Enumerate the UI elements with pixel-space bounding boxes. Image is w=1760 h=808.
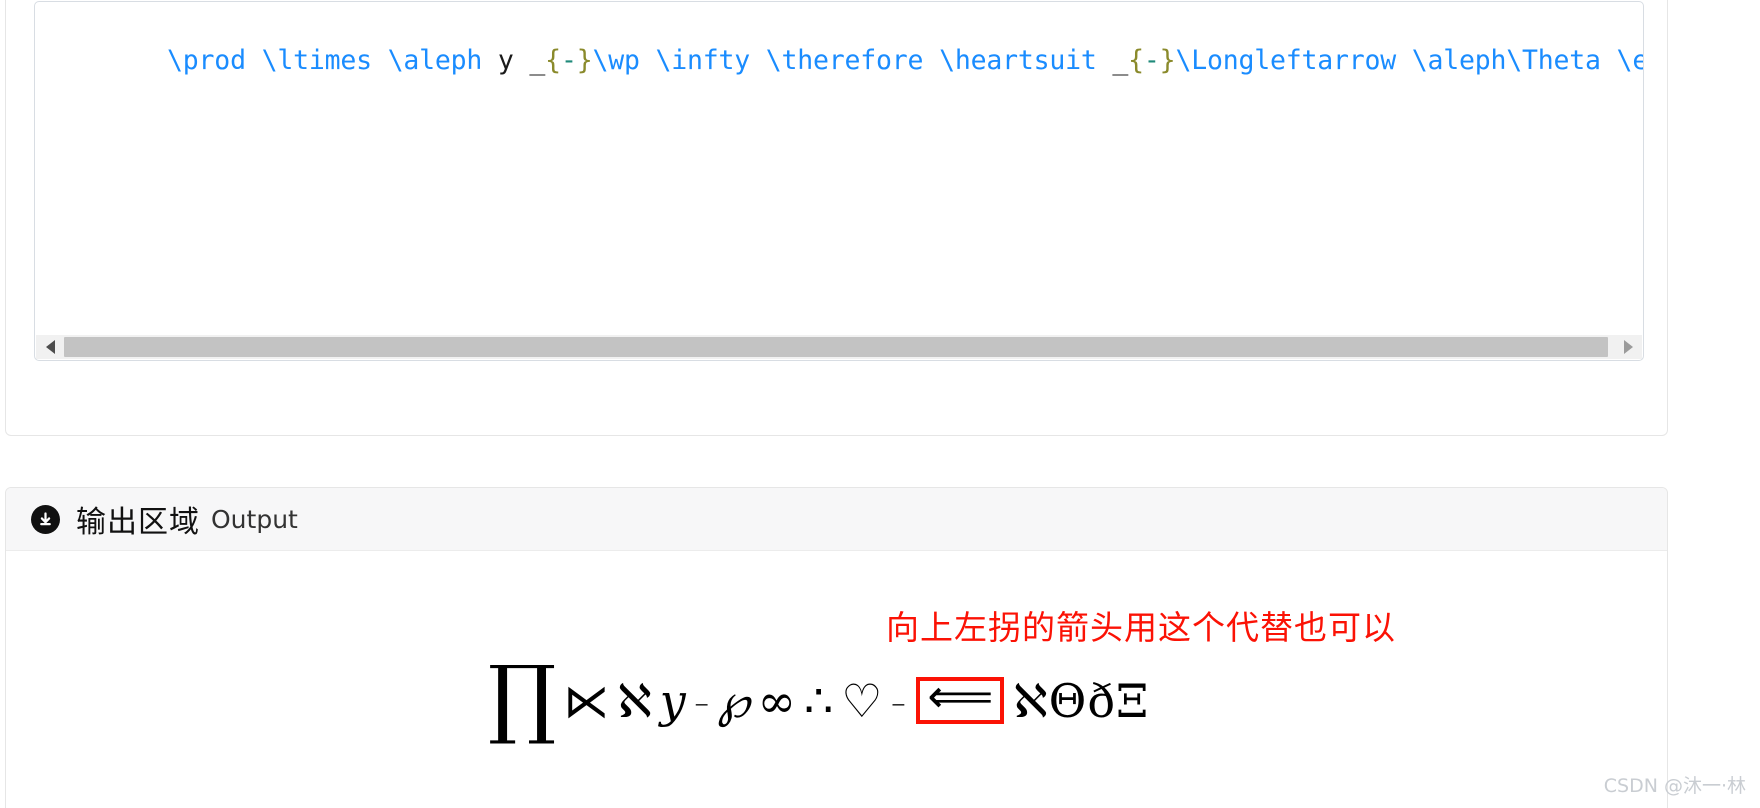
triangle-left-icon <box>45 340 55 354</box>
formula-wp: ℘ <box>717 673 751 728</box>
formula-subscript-dash-2: ₋ <box>890 683 908 719</box>
formula-longleftarrow: ⟸ <box>927 669 994 724</box>
output-card: 输出区域 Output 向上左拐的箭头用这个代替也可以 ∏ ⋉ ℵ y ₋ ℘ … <box>5 487 1668 808</box>
highlight-box-longleftarrow: ⟸ <box>916 673 1005 725</box>
code-token-commands-2: \wp \infty \therefore \heartsuit <box>592 45 1113 76</box>
code-token-commands-3: \Longleftarrow \aleph\Theta \eth \Xi <box>1175 45 1643 76</box>
formula-heartsuit: ♡ <box>841 673 884 728</box>
code-token-dash-2: - <box>1143 45 1160 76</box>
formula-xi: Ξ <box>1116 673 1150 728</box>
editor-card: \prod \ltimes \aleph y _{-}\wp \infty \t… <box>5 0 1668 436</box>
formula-aleph-1: ℵ <box>617 673 653 728</box>
output-title-cn: 输出区域 <box>76 505 200 540</box>
watermark: CSDN @沐一·林 <box>1603 775 1746 797</box>
scrollbar-thumb[interactable] <box>64 337 1608 357</box>
code-token-brace-close-1: } <box>576 45 593 76</box>
code-token-underscore-1: _ <box>529 45 546 76</box>
formula-eth: ð <box>1087 673 1117 728</box>
scroll-left-button[interactable] <box>36 335 64 359</box>
formula-ltimes: ⋉ <box>563 673 611 728</box>
code-line[interactable]: \prod \ltimes \aleph y _{-}\wp \infty \t… <box>41 10 1643 112</box>
output-title-en: Output <box>211 504 298 534</box>
output-header: 输出区域 Output <box>6 488 1667 551</box>
code-token-underscore-2: _ <box>1112 45 1129 76</box>
rendered-formula: ∏ ⋉ ℵ y ₋ ℘ ∞ ∴ ♡ ₋ ⟸ ℵ Θ ð Ξ <box>488 648 1150 748</box>
formula-y: y <box>659 673 687 728</box>
formula-prod: ∏ <box>488 648 557 748</box>
scroll-right-button[interactable] <box>1614 335 1642 359</box>
code-token-y: y <box>497 45 530 76</box>
formula-aleph-2: ℵ <box>1013 673 1049 728</box>
formula-infty: ∞ <box>757 673 797 728</box>
code-token-brace-close-2: } <box>1159 45 1176 76</box>
code-token-brace-open-2: { <box>1128 45 1144 76</box>
latex-code-editor[interactable]: \prod \ltimes \aleph y _{-}\wp \infty \t… <box>34 1 1644 361</box>
scrollbar-track[interactable] <box>64 335 1614 359</box>
formula-therefore: ∴ <box>803 673 835 728</box>
horizontal-scrollbar[interactable] <box>36 335 1642 359</box>
code-token-dash-1: - <box>560 45 577 76</box>
triangle-right-icon <box>1623 340 1633 354</box>
code-token-commands-1: \prod \ltimes \aleph <box>167 45 498 76</box>
annotation-text: 向上左拐的箭头用这个代替也可以 <box>886 608 1396 647</box>
formula-subscript-dash-1: ₋ <box>693 683 711 719</box>
code-token-brace-open-1: { <box>545 45 561 76</box>
page-root: \prod \ltimes \aleph y _{-}\wp \infty \t… <box>0 0 1760 808</box>
formula-theta: Θ <box>1048 673 1088 728</box>
download-circle-icon <box>31 504 60 534</box>
output-body: 向上左拐的箭头用这个代替也可以 ∏ ⋉ ℵ y ₋ ℘ ∞ ∴ ♡ ₋ ⟸ ℵ … <box>6 551 1667 808</box>
